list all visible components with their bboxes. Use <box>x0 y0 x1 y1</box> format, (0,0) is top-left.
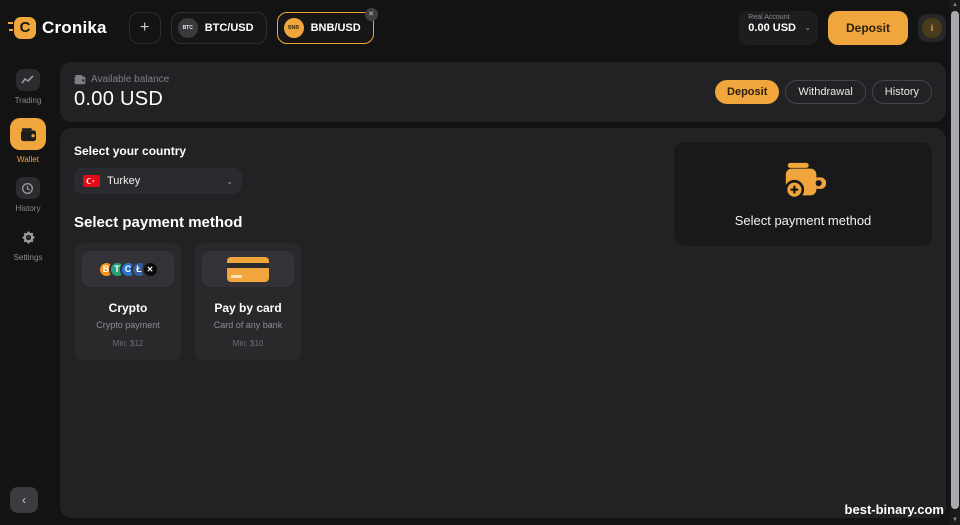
credit-card-icon <box>227 256 269 282</box>
pair-tab-btcusd[interactable]: BTC BTC/USD <box>170 11 267 44</box>
close-tab-icon[interactable]: ✕ <box>364 7 378 21</box>
collapse-sidebar-button[interactable]: ‹ <box>10 487 38 513</box>
history-clock-icon <box>15 177 40 199</box>
payment-preview-panel: Select payment method <box>674 142 932 246</box>
deposit-tab-button[interactable]: Deposit <box>715 80 780 104</box>
wallet-add-icon <box>784 162 826 199</box>
sidebar-item-history[interactable]: History <box>15 177 41 213</box>
logo-icon: C <box>8 16 36 39</box>
bnb-coin-icon: BNB <box>283 17 304 38</box>
payment-method-min: Min: $12 <box>112 339 144 348</box>
gear-icon <box>16 226 40 248</box>
scroll-up-icon[interactable]: ▲ <box>950 0 960 10</box>
wallet-icon <box>10 118 46 150</box>
trading-chart-icon <box>15 69 40 91</box>
chevron-down-icon: ⌄ <box>804 22 811 32</box>
payment-method-crypto[interactable]: B T C Ł ✕ Crypto Crypto payment Min: $12 <box>74 243 182 360</box>
page-scrollbar[interactable]: ▲ ▼ <box>950 0 960 525</box>
payment-preview-label: Select payment method <box>734 212 872 228</box>
payment-method-description: Crypto payment <box>96 320 160 330</box>
country-selected-value: Turkey <box>107 175 141 187</box>
credit-card-tile <box>202 251 294 287</box>
sidebar-item-wallet[interactable]: Wallet <box>10 118 46 164</box>
history-tab-button[interactable]: History <box>871 80 932 104</box>
balance-panel: Available balance 0.00 USD Deposit Withd… <box>60 62 946 122</box>
btc-coin-icon: BTC <box>177 17 198 38</box>
sidebar-item-settings[interactable]: Settings <box>13 226 43 262</box>
profile-button[interactable]: i <box>918 13 946 42</box>
turkey-flag-icon <box>83 175 100 187</box>
main-content: Available balance 0.00 USD Deposit Withd… <box>60 55 946 525</box>
sidebar-item-label: Settings <box>13 253 43 262</box>
pair-tab-label: BNB/USD <box>310 21 361 34</box>
crypto-icons-tile: B T C Ł ✕ <box>82 251 174 287</box>
payment-method-min: Min: $10 <box>232 339 264 348</box>
withdrawal-tab-button[interactable]: Withdrawal <box>785 80 866 104</box>
more-coins-icon: ✕ <box>141 260 159 278</box>
available-balance-label: Available balance <box>91 73 170 85</box>
sidebar-item-trading[interactable]: Trading <box>14 69 42 105</box>
payment-method-name: Crypto <box>108 301 148 315</box>
watermark: best-binary.com <box>844 502 944 517</box>
scrollbar-thumb[interactable] <box>951 11 959 509</box>
account-selector[interactable]: Real Account 0.00 USD ⌄ <box>739 10 818 45</box>
account-balance: 0.00 USD <box>748 21 796 34</box>
sidebar-item-label: Trading <box>14 96 42 105</box>
wallet-small-icon <box>74 74 86 84</box>
available-balance-amount: 0.00 USD <box>74 87 164 110</box>
payment-method-name: Pay by card <box>214 301 282 315</box>
payment-method-card[interactable]: Pay by card Card of any bank Min: $10 <box>194 243 302 360</box>
account-type-label: Real Account <box>748 13 790 21</box>
pair-tab-label: BTC/USD <box>204 21 254 34</box>
sidebar-item-label: Wallet <box>17 155 39 164</box>
chevron-down-icon: ⌄ <box>226 176 233 186</box>
sidebar: Trading Wallet History Settings <box>0 55 56 525</box>
deposit-panel: Select your country Turkey ⌄ Select paym… <box>60 128 946 518</box>
app-logo: C Cronika <box>8 16 107 39</box>
sidebar-item-label: History <box>15 204 41 213</box>
top-bar: C Cronika + BTC BTC/USD BNB BNB/USD ✕ Re… <box>0 0 960 55</box>
profile-icon: i <box>922 17 942 38</box>
scroll-down-icon[interactable]: ▼ <box>950 515 960 525</box>
payment-method-description: Card of any bank <box>213 320 283 330</box>
country-select[interactable]: Turkey ⌄ <box>74 168 242 194</box>
header-deposit-button[interactable]: Deposit <box>827 10 908 45</box>
logo-text: Cronika <box>42 17 107 37</box>
add-pair-tab-button[interactable]: + <box>128 11 161 44</box>
pair-tab-bnbusd[interactable]: BNB BNB/USD ✕ <box>276 7 378 44</box>
